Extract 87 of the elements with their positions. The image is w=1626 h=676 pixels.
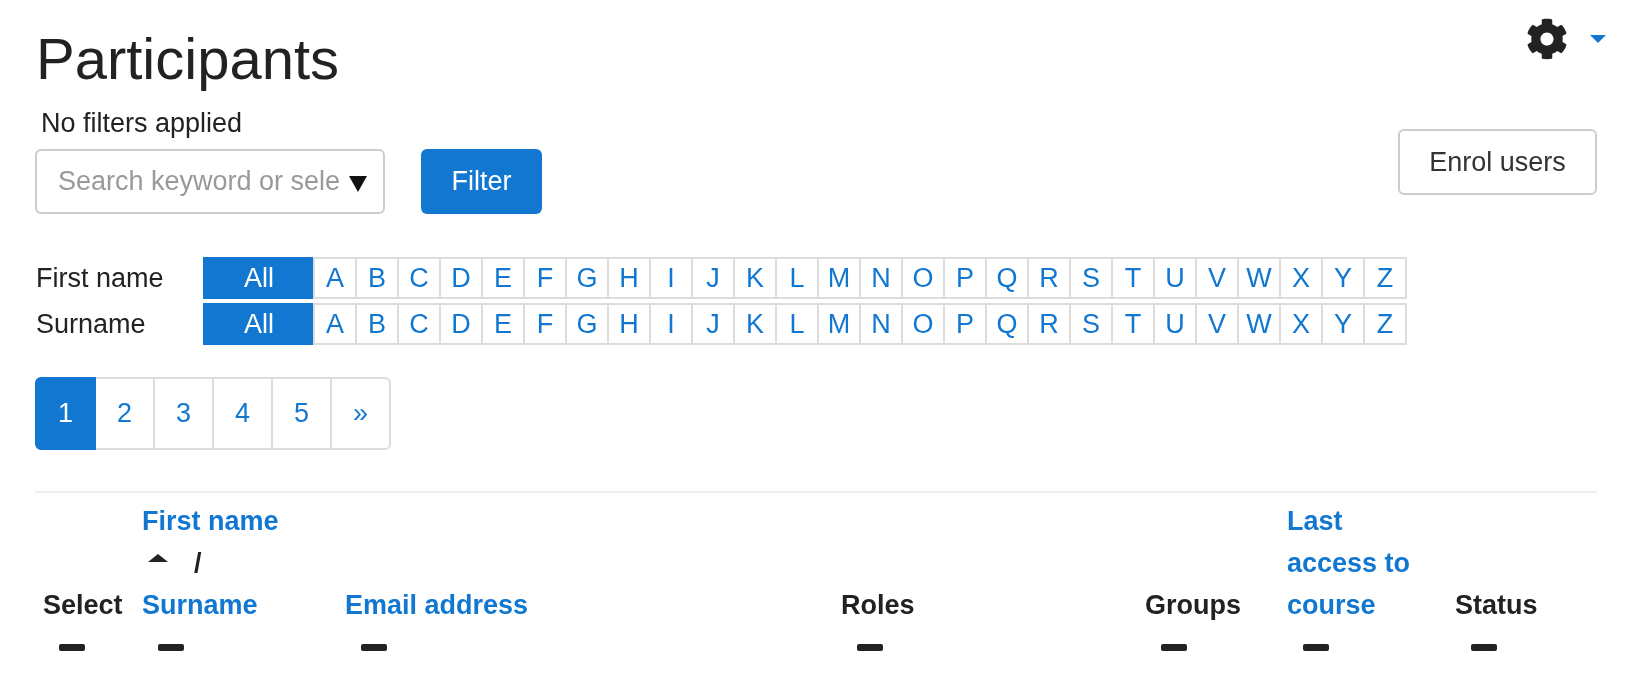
initial-link[interactable]: X [1279,303,1323,345]
initial-link[interactable]: T [1111,257,1155,299]
initials-label: First name [35,262,165,294]
initial-link[interactable]: K [733,257,777,299]
minus-icon[interactable] [857,644,883,651]
initial-link[interactable]: All [203,257,315,299]
initial-link[interactable]: All [203,303,315,345]
settings-menu-button[interactable] [1526,18,1606,60]
initial-link[interactable]: F [523,257,567,299]
initial-link[interactable]: K [733,303,777,345]
column-header-link[interactable]: Last access to course [1287,500,1431,626]
initial-link[interactable]: C [397,303,441,345]
initial-link[interactable]: R [1027,303,1071,345]
caret-down-icon [1590,35,1606,43]
initial-link[interactable]: S [1069,257,1113,299]
page-link[interactable]: 4 [212,377,273,450]
page-title: Participants [35,25,340,93]
filter-status-text: No filters applied [40,107,244,139]
column-header-link[interactable]: First name [142,500,279,542]
initial-link[interactable]: A [313,257,357,299]
initials-label: Surname [35,308,147,340]
settings-icon [1526,18,1568,60]
initial-link[interactable]: H [607,257,651,299]
column-header-link[interactable]: Email address [345,584,529,626]
separator-text: / [194,547,202,580]
initial-link[interactable]: D [439,303,483,345]
initial-link[interactable]: O [901,257,945,299]
dropdown-arrow-icon [349,176,367,192]
minus-icon[interactable] [59,644,85,651]
minus-icon[interactable] [1161,644,1187,651]
enrol-users-button[interactable]: Enrol users [1398,129,1597,195]
initial-link[interactable]: G [565,257,609,299]
initial-link[interactable]: M [817,303,861,345]
initial-link[interactable]: P [943,257,987,299]
page-link[interactable]: 3 [153,377,214,450]
initial-link[interactable]: Q [985,257,1029,299]
page-link[interactable]: » [330,377,391,450]
initial-link[interactable]: L [775,257,819,299]
minus-icon[interactable] [361,644,387,651]
column-header: Groups [1145,589,1241,622]
minus-icon[interactable] [1471,644,1497,651]
column-header: Roles [841,589,915,622]
initial-link[interactable]: Y [1321,257,1365,299]
initial-link[interactable]: U [1153,303,1197,345]
initial-link[interactable]: Q [985,303,1029,345]
initial-link[interactable]: C [397,257,441,299]
initial-link[interactable]: B [355,257,399,299]
initial-link[interactable]: X [1279,257,1323,299]
initial-link[interactable]: V [1195,303,1239,345]
initial-link[interactable]: P [943,303,987,345]
initial-link[interactable]: Z [1363,303,1407,345]
initial-link[interactable]: B [355,303,399,345]
column-header: Status [1455,589,1538,622]
initial-link[interactable]: I [649,303,693,345]
initial-link[interactable]: J [691,303,735,345]
initial-link[interactable]: O [901,303,945,345]
initial-link[interactable]: A [313,303,357,345]
initial-link[interactable]: R [1027,257,1071,299]
page-link[interactable]: 1 [35,377,96,450]
minus-icon[interactable] [158,644,184,651]
initial-link[interactable]: Z [1363,257,1407,299]
initial-link[interactable]: W [1237,303,1281,345]
initial-link[interactable]: D [439,257,483,299]
column-header: Select [43,589,123,622]
initial-link[interactable]: J [691,257,735,299]
initial-link[interactable]: H [607,303,651,345]
initial-link[interactable]: G [565,303,609,345]
initial-link[interactable]: E [481,303,525,345]
initial-link[interactable]: M [817,257,861,299]
initial-link[interactable]: N [859,303,903,345]
column-header-link[interactable]: Surname [142,584,258,626]
initial-link[interactable]: N [859,257,903,299]
initial-link[interactable]: I [649,257,693,299]
initial-link[interactable]: S [1069,303,1113,345]
initial-link[interactable]: T [1111,303,1155,345]
initial-link[interactable]: V [1195,257,1239,299]
initial-link[interactable]: Y [1321,303,1365,345]
initial-link[interactable]: W [1237,257,1281,299]
page-link[interactable]: 5 [271,377,332,450]
minus-icon[interactable] [1303,644,1329,651]
initial-link[interactable]: F [523,303,567,345]
initial-link[interactable]: U [1153,257,1197,299]
page-link[interactable]: 2 [94,377,155,450]
filter-button[interactable]: Filter [421,149,542,214]
initial-link[interactable]: E [481,257,525,299]
search-field[interactable]: Search keyword or sele [35,149,385,214]
initial-link[interactable]: L [775,303,819,345]
